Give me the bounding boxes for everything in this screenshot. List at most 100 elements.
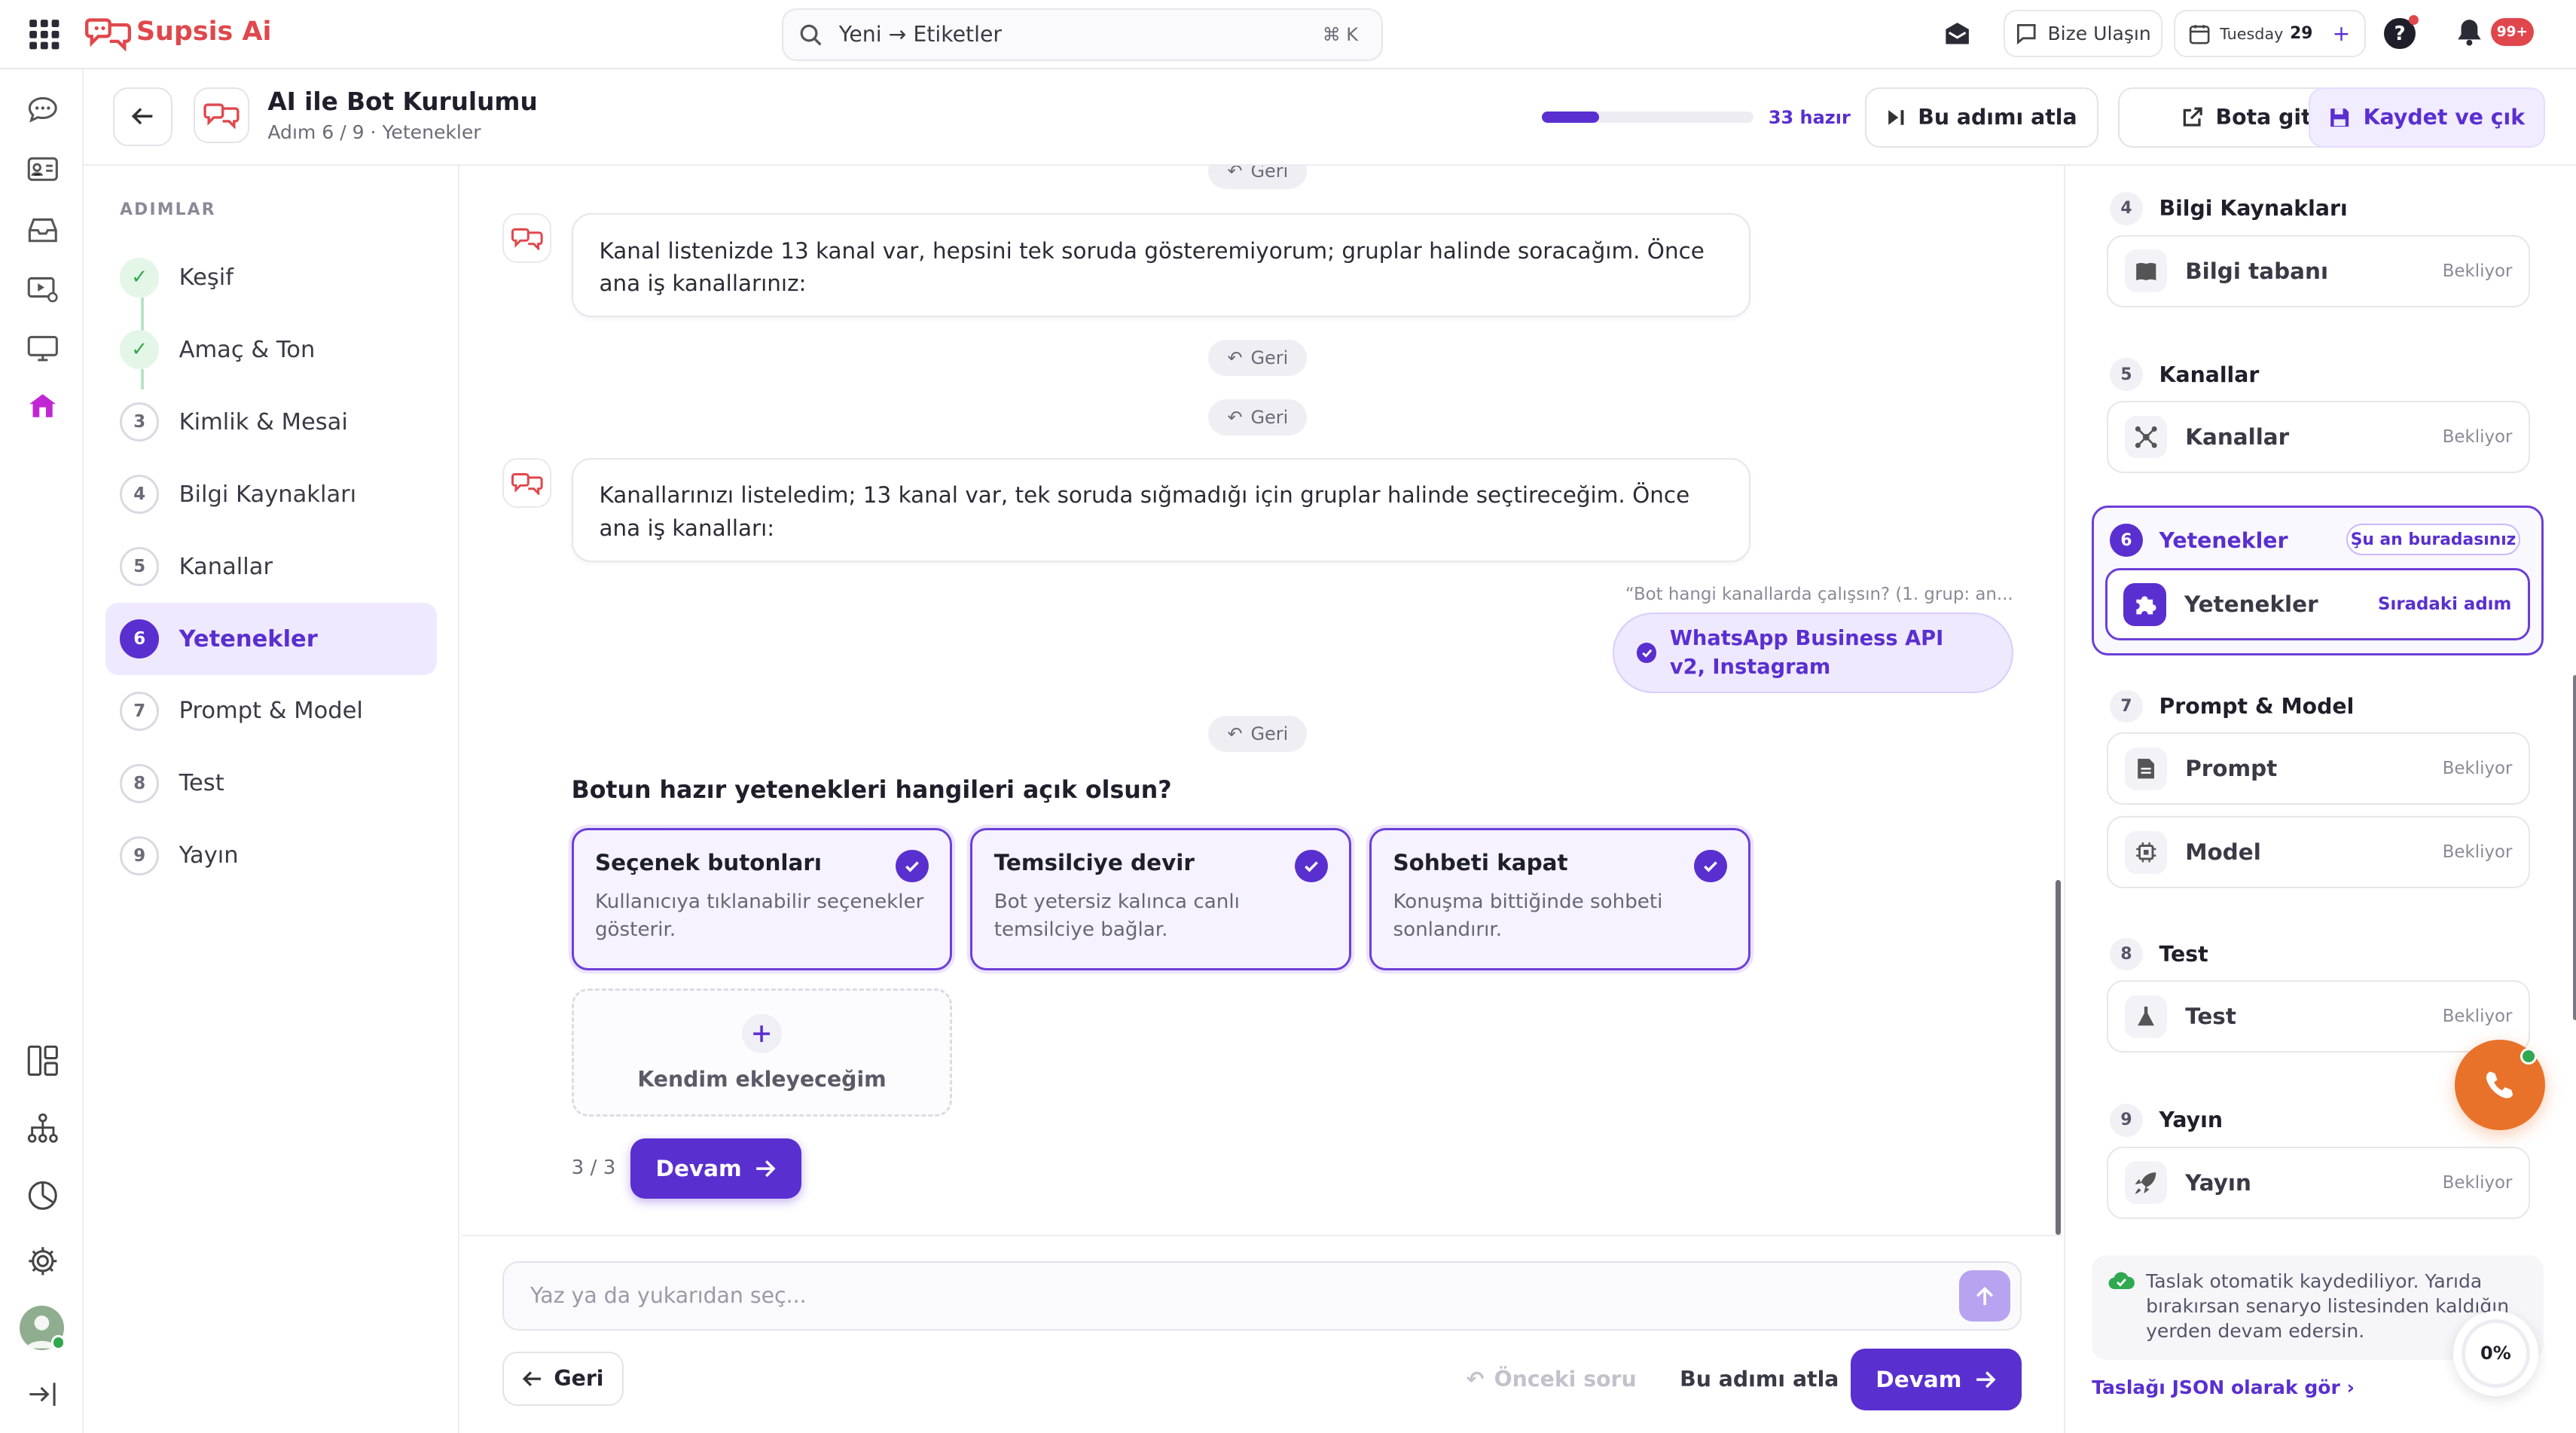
view-json-link[interactable]: Taslağı JSON olarak gör › <box>2092 1376 2355 1398</box>
step-label: Bilgi Kaynakları <box>179 481 357 508</box>
item-publish[interactable]: Yayın Bekliyor <box>2106 1146 2531 1219</box>
step-item[interactable]: 6 Yetenekler <box>105 603 437 675</box>
apps-grid-icon[interactable] <box>28 18 61 51</box>
arrow-left-icon <box>522 1369 542 1389</box>
step-item[interactable]: 8 Test <box>105 747 437 820</box>
calendar-icon <box>2189 23 2210 44</box>
user-answer-bubble: WhatsApp Business API v2, Instagram <box>1612 613 2013 693</box>
skill-card-close-chat[interactable]: Sohbeti kapat Konuşma bittiğinde sohbeti… <box>1369 827 1750 971</box>
section-test: 8 Test <box>2110 937 2208 971</box>
settings-gear-icon[interactable] <box>23 1242 63 1281</box>
home-icon[interactable] <box>23 386 63 425</box>
undo-icon: ↶ <box>1227 723 1243 745</box>
chat-scrollbar[interactable] <box>2056 880 2061 1236</box>
skill-card-agent-handoff[interactable]: Temsilciye devir Bot yetersiz kalınca ca… <box>970 827 1352 971</box>
step-item[interactable]: 9 Yayın <box>105 820 437 892</box>
composer-skip-button[interactable]: Bu adımı atla <box>1680 1367 1839 1392</box>
chip-icon <box>2124 831 2168 874</box>
step-number: 6 <box>120 619 160 659</box>
chat-icon[interactable] <box>23 90 63 130</box>
item-channels[interactable]: Kanallar Bekliyor <box>2106 400 2531 473</box>
step-label: Prompt & Model <box>179 698 363 725</box>
step-label: Test <box>179 770 224 797</box>
chat-back-pill[interactable]: ↶ Geri <box>1208 340 1308 377</box>
monitor-icon[interactable] <box>23 328 63 368</box>
add-event-icon[interactable]: + <box>2333 21 2351 46</box>
progress-panel: 4 Bilgi Kaynakları Bilgi tabanı Bekliyor … <box>2064 166 2576 1433</box>
step-number: 8 <box>120 763 160 803</box>
arrow-right-icon <box>755 1158 776 1179</box>
bot-message: Kanallarınızı listeledim; 13 kanal var, … <box>571 458 1750 562</box>
section-knowledge-sources: 4 Bilgi Kaynakları <box>2110 192 2348 225</box>
add-custom-skill-card[interactable]: Kendim ekleyeceğim <box>571 988 953 1117</box>
step-item[interactable]: 5 Kanallar <box>105 530 437 603</box>
send-button[interactable] <box>1958 1270 2010 1321</box>
step-label: Yetenekler <box>179 625 318 652</box>
item-skills[interactable]: Yetenekler Sıradaki adım <box>2104 568 2531 641</box>
help-dot <box>2409 14 2419 25</box>
step-number: 4 <box>120 475 160 515</box>
inbox-icon[interactable] <box>23 210 63 249</box>
history-chart-icon[interactable] <box>23 1176 63 1215</box>
supsis-logo-icon <box>85 15 132 51</box>
search-bar[interactable]: Yeni → Etiketler ⌘ K <box>781 8 1383 61</box>
contacts-card-icon[interactable] <box>23 149 63 188</box>
mail-icon[interactable] <box>1937 15 1976 54</box>
chat-back-pill[interactable]: ↶ Geri <box>1208 716 1308 753</box>
skill-card-option-buttons[interactable]: Seçenek butonları Kullanıcıya tıklanabil… <box>571 827 953 971</box>
section-publish: 9 Yayın <box>2110 1103 2223 1137</box>
puzzle-icon <box>2123 582 2167 626</box>
step-item[interactable]: 4 Bilgi Kaynakları <box>105 458 437 530</box>
section-prompt-model: 7 Prompt & Model <box>2110 689 2354 723</box>
step-item[interactable]: ✓ Amaç & Ton <box>105 313 437 386</box>
video-settings-icon[interactable] <box>23 270 63 309</box>
flask-icon <box>2124 995 2168 1038</box>
progress-bar-fill <box>1542 112 1599 124</box>
undo-icon: ↶ <box>1227 347 1243 369</box>
panel-scrollbar[interactable] <box>2572 674 2576 1020</box>
chat-back-pill[interactable]: ↶ Geri <box>1208 166 1308 189</box>
chat-back-pill[interactable]: ↶ Geri <box>1208 399 1308 435</box>
step-item[interactable]: 3 Kimlik & Mesai <box>105 386 437 458</box>
bot-logo-icon <box>194 87 250 143</box>
step-label: Keşif <box>179 264 233 291</box>
item-prompt[interactable]: Prompt Bekliyor <box>2106 732 2531 805</box>
undo-icon: ↶ <box>1227 166 1243 182</box>
search-input[interactable]: Yeni → Etiketler <box>839 22 1002 47</box>
composer-continue-button[interactable]: Devam <box>1850 1348 2022 1411</box>
previous-question-button[interactable]: ↶ Önceki soru <box>1467 1367 1637 1392</box>
step-number: 5 <box>120 546 160 587</box>
progress-label: 33 hazır <box>1768 106 1851 128</box>
back-button[interactable] <box>113 87 172 146</box>
undo-icon: ↶ <box>1466 1366 1485 1392</box>
bot-avatar <box>502 458 552 508</box>
collapse-sidebar-icon[interactable] <box>23 1375 63 1414</box>
skip-step-button[interactable]: Bu adımı atla <box>1865 87 2099 148</box>
section-skills-title: 6 Yetenekler <box>2110 524 2288 557</box>
call-online-dot <box>2520 1047 2537 1065</box>
icon-rail <box>0 69 84 1433</box>
flow-tree-icon[interactable] <box>23 1108 63 1147</box>
app-name: Supsis Ai <box>136 16 272 47</box>
document-icon <box>2124 747 2168 790</box>
contact-button[interactable]: Bize Ulaşın <box>2003 10 2163 58</box>
step-done-check-icon: ✓ <box>120 330 160 370</box>
step-item[interactable]: ✓ Keşif <box>105 241 437 313</box>
external-link-icon <box>2181 107 2202 128</box>
item-knowledge-base[interactable]: Bilgi tabanı Bekliyor <box>2106 234 2531 307</box>
composer-back-button[interactable]: Geri <box>502 1351 624 1406</box>
cloud-check-icon <box>2108 1271 2135 1291</box>
layout-panels-icon[interactable] <box>23 1041 63 1080</box>
message-input[interactable]: Yaz ya da yukarıdan seç... <box>502 1261 2022 1331</box>
step-item[interactable]: 7 Prompt & Model <box>105 675 437 747</box>
completion-percent-badge: 0% <box>2452 1310 2539 1396</box>
date-chip[interactable]: Tuesday 29 + <box>2174 10 2367 58</box>
skills-question: Botun hazır yetenekleri hangileri açık o… <box>571 777 1172 805</box>
bell-icon[interactable] <box>2456 18 2483 46</box>
item-test[interactable]: Test Bekliyor <box>2106 980 2531 1053</box>
page-subtitle: Adım 6 / 9 · Yetenekler <box>267 121 481 144</box>
save-and-exit-button[interactable]: Kaydet ve çık <box>2309 87 2545 148</box>
item-model[interactable]: Model Bekliyor <box>2106 816 2531 889</box>
continue-button[interactable]: Devam <box>630 1138 801 1199</box>
step-number: 7 <box>120 691 160 732</box>
